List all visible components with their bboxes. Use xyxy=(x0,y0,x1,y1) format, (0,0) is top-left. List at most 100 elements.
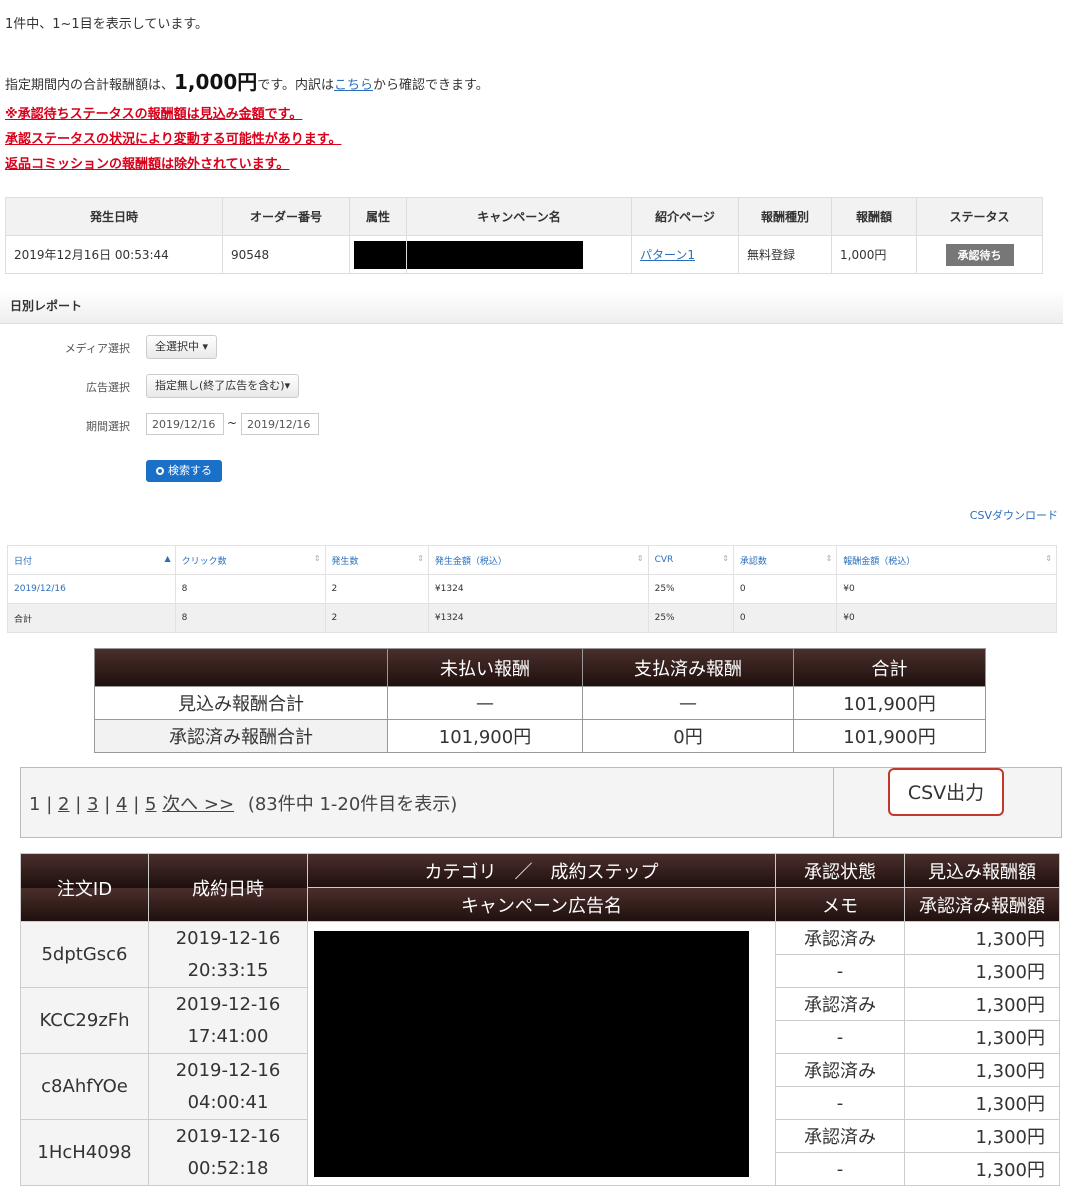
total-amount: 1,000円 xyxy=(174,70,258,94)
order-time: 04:00:41 xyxy=(148,1086,308,1120)
th-order-id: 注文ID xyxy=(20,853,149,922)
campaign-cell xyxy=(307,921,776,1186)
total-prefix: 指定期間内の合計報酬額は、 xyxy=(5,78,175,93)
th-cvr[interactable]: CVR ⇕ xyxy=(647,545,734,575)
order-id: KCC29zFh xyxy=(20,987,149,1054)
order-memo: - xyxy=(775,1152,905,1186)
sort-icon: ⇕ xyxy=(1045,554,1052,563)
th-approved-label: 承認数 xyxy=(739,556,767,567)
th-campaign: キャンペーン名 xyxy=(406,197,632,236)
cell: 見込み報酬合計 xyxy=(94,686,388,720)
total-row: 合計 8 2 ¥1324 25% 0 ¥0 xyxy=(7,603,1057,633)
page-link[interactable]: パターン1 xyxy=(640,248,695,262)
table-row: 5dptGsc6 2019-12-16 承認済み 1,300円 xyxy=(20,921,1060,1186)
row-type: 無料登録 xyxy=(738,235,832,274)
th-paid: 支払済み報酬 xyxy=(582,648,794,687)
order-time: 00:52:18 xyxy=(148,1152,308,1186)
search-button[interactable]: 検索する xyxy=(146,460,222,482)
csv-download-link[interactable]: CSVダウンロード xyxy=(970,507,1058,523)
page-5-link[interactable]: 5 xyxy=(145,794,156,815)
cell: 0円 xyxy=(582,719,794,753)
next-page-link[interactable]: 次へ >> xyxy=(162,794,234,815)
th-status: ステータス xyxy=(916,197,1043,236)
cell: — xyxy=(387,686,583,720)
th-approval-status: 承認状態 xyxy=(775,853,905,888)
order-time: 17:41:00 xyxy=(148,1020,308,1054)
note-pending: ※承認待ちステータスの報酬額は見込み金額です。 xyxy=(5,107,303,122)
media-select[interactable]: 全選択中 ▾ xyxy=(146,335,218,359)
order-approved: 1,300円 xyxy=(904,1152,1060,1186)
row-order-no: 90548 xyxy=(222,235,350,274)
page-4-link[interactable]: 4 xyxy=(116,794,127,815)
page-3-link[interactable]: 3 xyxy=(87,794,98,815)
cell: 承認済み報酬合計 xyxy=(94,719,388,753)
status-badge: 承認待ち xyxy=(945,243,1014,266)
th-date[interactable]: 日付 ▲ xyxy=(7,545,176,575)
pager-divider xyxy=(833,768,834,837)
pagination: 1 | 2 | 3 | 4 | 5 次へ >> (83件中 1-20件目を表示) xyxy=(29,790,457,816)
th-expected-reward: 見込み報酬額 xyxy=(904,853,1060,888)
period-label: 期間選択 xyxy=(86,420,130,433)
th-page: 紹介ページ xyxy=(631,197,739,236)
th-occurrences-label: 発生数 xyxy=(331,556,359,567)
page-sep: | xyxy=(46,794,53,815)
order-status: 承認済み xyxy=(775,1119,905,1153)
search-button-label: 検索する xyxy=(168,464,212,477)
date-from-input[interactable]: 2019/12/16 xyxy=(146,413,224,435)
cell-date: 2019/12/16 xyxy=(7,574,176,604)
th-reward-type: 報酬種別 xyxy=(738,197,832,236)
date-tilde: ~ xyxy=(227,416,238,430)
th-occurrence-amount[interactable]: 発生金額（税込） ⇕ xyxy=(427,545,649,575)
th-contract-date: 成約日時 xyxy=(148,853,308,922)
row-datetime: 2019年12月16日 00:53:44 xyxy=(5,235,223,274)
page-sep: | xyxy=(133,794,140,815)
total-reward-text: 指定期間内の合計報酬額は、1,000円です。内訳はこちらから確認できます。 xyxy=(5,66,489,95)
redacted-block xyxy=(407,240,583,269)
media-label: メディア選択 xyxy=(64,342,130,355)
cell: ¥1324 xyxy=(427,574,649,604)
order-date: 2019-12-16 xyxy=(148,1119,308,1153)
table-row: 承認済み報酬合計 101,900円 0円 101,900円 xyxy=(94,719,986,753)
order-date: 2019-12-16 xyxy=(148,1053,308,1087)
pager-bar: 1 | 2 | 3 | 4 | 5 次へ >> (83件中 1-20件目を表示)… xyxy=(20,767,1062,838)
breakdown-link[interactable]: こちら xyxy=(334,78,373,93)
th-clicks[interactable]: クリック数 ⇕ xyxy=(174,545,326,575)
sort-icon: ⇕ xyxy=(313,554,321,563)
th-reward-label: 報酬金額（税込） xyxy=(843,556,916,567)
cell: 101,900円 xyxy=(793,719,986,753)
sort-icon: ⇕ xyxy=(636,554,644,563)
note-variable: 承認ステータスの状況により変動する可能性があります。 xyxy=(5,132,342,147)
order-date: 2019-12-16 xyxy=(148,921,308,955)
order-expected: 1,300円 xyxy=(904,1053,1060,1087)
search-icon xyxy=(156,467,164,475)
th-date-label: 日付 xyxy=(14,556,33,567)
daily-report-header: 日別レポート xyxy=(0,290,1063,324)
csv-export-button[interactable]: CSV出力 xyxy=(888,768,1004,816)
th-approved[interactable]: 承認数 ⇕ xyxy=(732,545,838,575)
cell: 0 xyxy=(732,603,838,633)
th-datetime: 発生日時 xyxy=(5,197,223,236)
date-to-input[interactable]: 2019/12/16 xyxy=(241,413,319,435)
order-approved: 1,300円 xyxy=(904,1086,1060,1120)
result-table: 発生日時 オーダー番号 属性 キャンペーン名 紹介ページ 報酬種別 報酬額 ステ… xyxy=(5,197,1043,274)
th-reward[interactable]: 報酬金額（税込） ⇕ xyxy=(836,545,1057,575)
sort-asc-icon: ▲ xyxy=(164,554,171,563)
total-suffix: から確認できます。 xyxy=(373,78,489,93)
order-memo: - xyxy=(775,1020,905,1054)
date-link[interactable]: 2019/12/16 xyxy=(14,584,66,594)
cell: 101,900円 xyxy=(387,719,583,753)
row-status: 承認待ち xyxy=(916,235,1043,274)
order-approved: 1,300円 xyxy=(904,1020,1060,1054)
th-total: 合計 xyxy=(793,648,986,687)
page-2-link[interactable]: 2 xyxy=(58,794,69,815)
ad-select[interactable]: 指定無し(終了広告を含む)▾ xyxy=(146,374,300,398)
row-amount: 1,000円 xyxy=(831,235,917,274)
daily-report-title: 日別レポート xyxy=(10,299,83,313)
row-page: パターン1 xyxy=(631,235,739,274)
order-approved: 1,300円 xyxy=(904,954,1060,988)
table-row: 見込み報酬合計 — — 101,900円 xyxy=(94,686,986,720)
cell: 0 xyxy=(732,574,838,604)
th-occurrences[interactable]: 発生数 ⇕ xyxy=(324,545,429,575)
th-category: カテゴリ ／ 成約ステップ xyxy=(307,853,776,888)
cell: ¥1324 xyxy=(427,603,649,633)
